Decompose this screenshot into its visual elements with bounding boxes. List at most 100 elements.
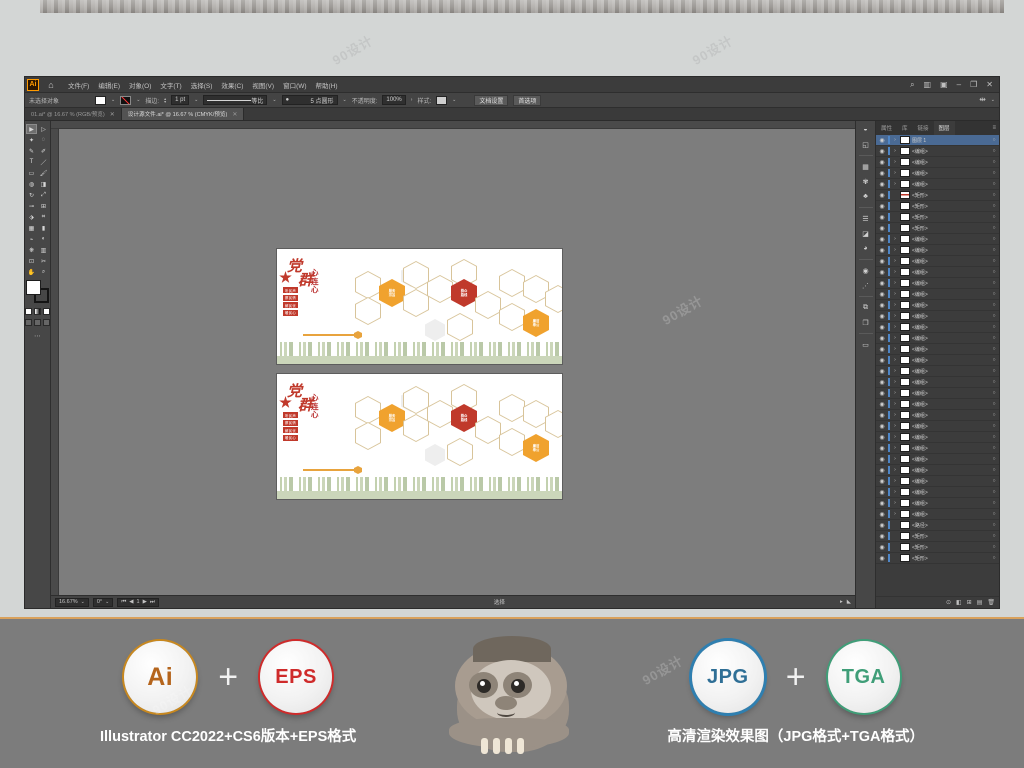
ai-format-badge[interactable]: Ai: [124, 641, 197, 713]
blend-tool[interactable]: ◐: [38, 234, 49, 244]
draw-inside-icon[interactable]: [43, 319, 50, 326]
layer-target-icon[interactable]: ○: [991, 192, 997, 198]
draw-normal-icon[interactable]: [25, 319, 32, 326]
layer-row[interactable]: ◉ › <编组> ○: [876, 333, 999, 344]
layer-visibility-icon[interactable]: ◉: [878, 368, 886, 375]
layer-target-icon[interactable]: ○: [991, 357, 997, 363]
hex-massline[interactable]: 群众 路线: [451, 279, 477, 307]
selection-tool[interactable]: ▶: [26, 124, 37, 134]
color-mode-none-icon[interactable]: [43, 308, 50, 315]
jpg-format-badge[interactable]: JPG: [691, 641, 764, 713]
layer-expand-icon[interactable]: ›: [892, 324, 898, 330]
menu-file[interactable]: 文件(F): [68, 80, 89, 90]
layer-visibility-icon[interactable]: ◉: [878, 467, 886, 474]
layer-row[interactable]: ◉ › <编组> ○: [876, 388, 999, 399]
tools-more-icon[interactable]: ⋯: [34, 332, 41, 340]
menu-edit[interactable]: 编辑(E): [98, 80, 120, 90]
layer-target-icon[interactable]: ○: [991, 258, 997, 264]
layer-target-icon[interactable]: ○: [991, 247, 997, 253]
layer-list[interactable]: ◉ › 图层 1 ○ ◉ › <编组> ○ ◉ › <编组> ○ ◉ › <编组> ○ ◉ › <编组> ○ ◉ <矩形>…: [876, 135, 999, 596]
layer-row[interactable]: ◉ › <编组> ○: [876, 300, 999, 311]
workspace-switcher-icon[interactable]: ▣: [940, 80, 948, 89]
layer-visibility-icon[interactable]: ◉: [878, 137, 886, 144]
layer-visibility-icon[interactable]: ◉: [878, 302, 886, 309]
layer-target-icon[interactable]: ○: [991, 346, 997, 352]
layer-visibility-icon[interactable]: ◉: [878, 291, 886, 298]
layer-row[interactable]: ◉ › <编组> ○: [876, 146, 999, 157]
layer-expand-icon[interactable]: ›: [892, 412, 898, 418]
close-button[interactable]: ✕: [986, 80, 993, 89]
restore-button[interactable]: ❐: [970, 80, 977, 89]
brush-definition-field[interactable]: ● 5 点圆形: [281, 95, 338, 105]
layer-expand-icon[interactable]: ›: [892, 368, 898, 374]
layer-target-icon[interactable]: ○: [991, 203, 997, 209]
pen-tool[interactable]: ✎: [26, 146, 37, 156]
stroke-weight-field[interactable]: 1 pt: [171, 95, 190, 105]
menu-select[interactable]: 选择(S): [191, 80, 213, 90]
layer-visibility-icon[interactable]: ◉: [878, 170, 886, 177]
layer-target-icon[interactable]: ○: [991, 533, 997, 539]
layer-expand-icon[interactable]: ›: [892, 269, 898, 275]
layer-expand-icon[interactable]: ›: [892, 148, 898, 154]
last-artboard-icon[interactable]: ⏭: [150, 599, 155, 606]
layer-expand-icon[interactable]: ›: [892, 170, 898, 176]
layer-target-icon[interactable]: ○: [991, 181, 997, 187]
layer-row[interactable]: ◉ › <编组> ○: [876, 256, 999, 267]
layer-row[interactable]: ◉ › <编组> ○: [876, 355, 999, 366]
stroke-color-swatch[interactable]: [120, 95, 132, 105]
symbols-panel-icon[interactable]: ♣: [859, 191, 872, 202]
panel-tab-links[interactable]: 链接: [913, 121, 934, 135]
stroke-profile-field[interactable]: 等比: [203, 95, 268, 105]
layer-visibility-icon[interactable]: ◉: [878, 159, 886, 166]
layer-visibility-icon[interactable]: ◉: [878, 236, 886, 243]
layer-expand-icon[interactable]: ›: [892, 467, 898, 473]
layer-visibility-icon[interactable]: ◉: [878, 214, 886, 221]
layer-visibility-icon[interactable]: ◉: [878, 478, 886, 485]
direct-selection-tool[interactable]: ▷: [38, 124, 49, 134]
hex-service[interactable]: 服务 宗旨: [379, 279, 405, 307]
menu-type[interactable]: 文字(T): [160, 80, 181, 90]
layer-expand-icon[interactable]: ›: [892, 434, 898, 440]
layer-visibility-icon[interactable]: ◉: [878, 269, 886, 276]
artboard-number[interactable]: 1: [137, 599, 140, 605]
align-caret-icon[interactable]: ⌄: [991, 97, 995, 103]
document-setup-button[interactable]: 文档设置: [474, 94, 509, 106]
transform-panel-icon[interactable]: ◪: [859, 228, 872, 239]
layer-target-icon[interactable]: ○: [991, 467, 997, 473]
home-icon[interactable]: ⌂: [44, 80, 58, 90]
layer-expand-icon[interactable]: ›: [892, 236, 898, 242]
layer-target-icon[interactable]: ○: [991, 368, 997, 374]
layer-expand-icon[interactable]: ›: [892, 500, 898, 506]
document-tab-2[interactable]: 设计源文件.ai* @ 16.67 % (CMYK/预览) ✕: [121, 108, 245, 120]
draw-behind-icon[interactable]: [34, 319, 41, 326]
menu-effect[interactable]: 效果(C): [221, 80, 243, 90]
layer-visibility-icon[interactable]: ◉: [878, 434, 886, 441]
fill-dropdown-caret-icon[interactable]: ⌄: [111, 97, 115, 103]
layer-expand-icon[interactable]: ›: [892, 302, 898, 308]
layer-visibility-icon[interactable]: ◉: [878, 181, 886, 188]
scale-tool[interactable]: ⤢: [38, 190, 49, 200]
shaper-tool[interactable]: ◍: [26, 179, 37, 189]
layer-expand-icon[interactable]: ›: [892, 423, 898, 429]
eraser-tool[interactable]: ◨: [38, 179, 49, 189]
hex-integrity[interactable]: 廉洁 奉公: [523, 434, 549, 462]
paintbrush-tool[interactable]: 🖌: [38, 168, 49, 178]
layer-target-icon[interactable]: ○: [991, 159, 997, 165]
layer-row[interactable]: ◉ › <编组> ○: [876, 311, 999, 322]
menu-window[interactable]: 窗口(W): [283, 80, 306, 90]
layer-row[interactable]: ◉ › <编组> ○: [876, 344, 999, 355]
menu-help[interactable]: 帮助(H): [316, 80, 338, 90]
opacity-field[interactable]: 100%: [382, 95, 406, 105]
layer-target-icon[interactable]: ○: [991, 412, 997, 418]
layer-expand-icon[interactable]: ›: [892, 247, 898, 253]
layer-row[interactable]: ◉ › <编组> ○: [876, 179, 999, 190]
layer-row[interactable]: ◉ <矩形> ○: [876, 553, 999, 564]
layer-row[interactable]: ◉ › <编组> ○: [876, 157, 999, 168]
layer-visibility-icon[interactable]: ◉: [878, 401, 886, 408]
layer-visibility-icon[interactable]: ◉: [878, 346, 886, 353]
layer-target-icon[interactable]: ○: [991, 544, 997, 550]
document-tab-2-close-icon[interactable]: ✕: [232, 111, 237, 118]
swatches-panel-icon[interactable]: ▦: [859, 161, 872, 172]
color-mode-color-icon[interactable]: [25, 308, 32, 315]
artboards-panel-icon[interactable]: ❐: [859, 317, 872, 328]
